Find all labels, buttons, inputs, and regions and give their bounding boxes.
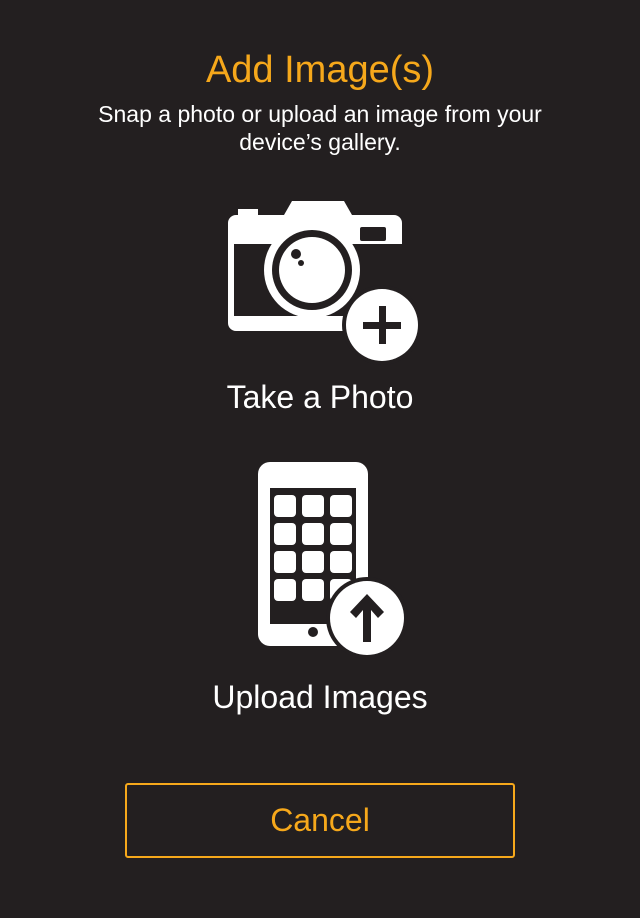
take-photo-option[interactable]: Take a Photo [0, 192, 640, 422]
dialog-title: Add Image(s) [205, 49, 435, 91]
upload-images-option[interactable]: Upload Images [0, 456, 640, 726]
cancel-button[interactable]: Cancel [125, 783, 515, 858]
add-images-dialog: Add Image(s) Snap a photo or upload an i… [0, 0, 640, 918]
upload-images-label: Upload Images [212, 679, 428, 715]
take-photo-label: Take a Photo [226, 379, 414, 415]
camera-add-icon [228, 201, 420, 365]
phone-upload-icon [258, 462, 408, 659]
dialog-subtitle: Snap a photo or upload an image from you… [98, 101, 542, 155]
